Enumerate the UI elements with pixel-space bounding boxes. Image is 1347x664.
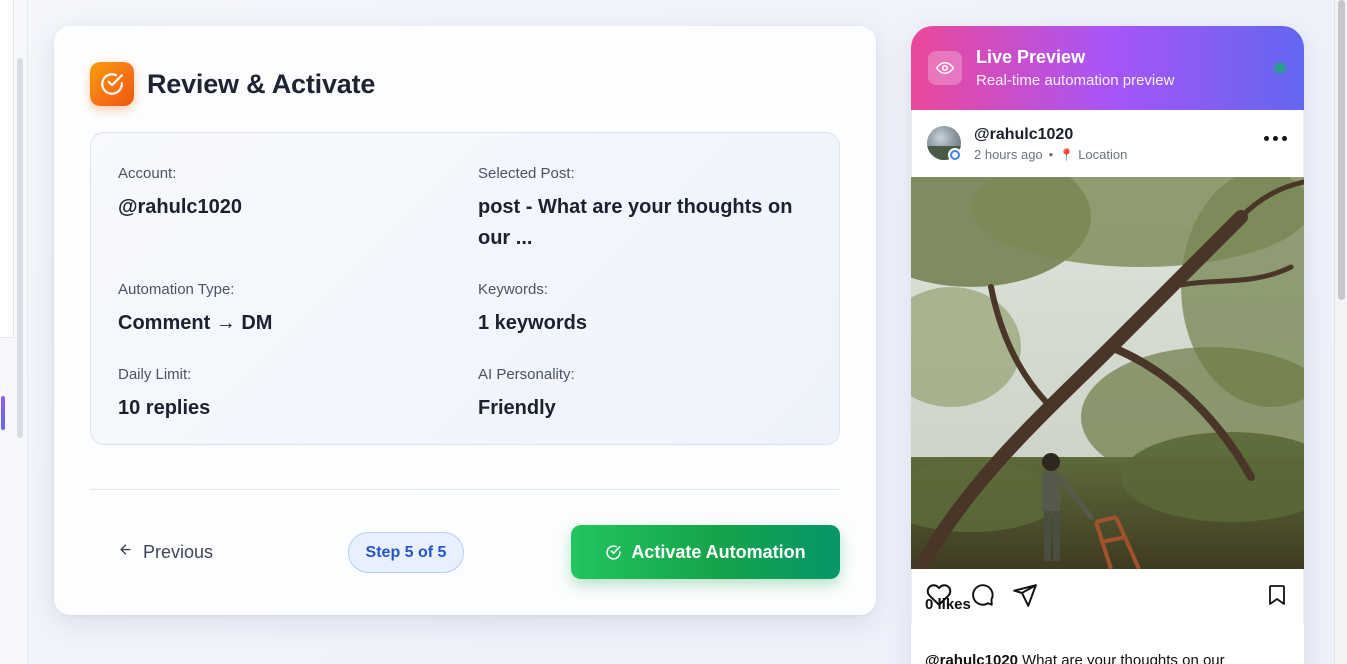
field-value: Comment → DM [118,312,273,334]
preview-title: Live Preview [976,46,1086,67]
send-icon[interactable] [1012,582,1038,613]
activate-label: Activate Automation [631,541,806,562]
preview-header: Live Preview Real-time automation previe… [911,26,1304,110]
sidebar-active-indicator [1,396,5,430]
field-label: Selected Post: [478,165,575,182]
post-header: @rahulc1020 2 hours ago • 📍 Location [911,110,1304,177]
activate-automation-button[interactable]: Activate Automation [571,525,840,579]
field-value: 1 keywords [478,312,587,334]
card-header: Review & Activate [90,62,375,106]
sidebar-panel [0,0,14,338]
field-label: Daily Limit: [118,366,192,383]
location-pin-icon: 📍 [1059,147,1075,162]
previous-label: Previous [143,541,214,562]
field-value: 10 replies [118,397,211,419]
field-value: Friendly [478,397,556,419]
summary-box: Account: @rahulc1020 Selected Post: post… [90,132,840,445]
field-label: Account: [118,165,177,182]
review-card: Review & Activate Account: @rahulc1020 S… [54,26,876,615]
divider [90,489,840,490]
app-sidebar [0,0,28,664]
caption-username[interactable]: @rahulc1020 [925,652,1018,664]
page-title: Review & Activate [147,68,376,99]
check-circle-icon [90,62,134,106]
post-location: Location [1078,147,1128,162]
previous-button[interactable]: Previous [118,538,213,566]
check-circle-icon [605,544,622,561]
post-username[interactable]: @rahulc1020 [974,126,1073,144]
field-label: AI Personality: [478,366,575,383]
step-indicator: Step 5 of 5 [348,532,464,573]
post-image [911,177,1304,569]
caption-text: What are your thoughts on our [1022,652,1225,664]
field-value: @rahulc1020 [118,196,243,218]
live-preview-card: Live Preview Real-time automation previe… [911,26,1304,664]
post-caption: @rahulc1020 What are your thoughts on our [925,652,1225,664]
page-scrollbar[interactable] [1334,0,1347,664]
live-status-dot [1274,62,1286,74]
post-time: 2 hours ago [974,147,1043,162]
separator-dot: • [1048,147,1054,162]
bookmark-icon[interactable] [1265,582,1289,613]
field-ai-personality: AI Personality: Friendly [478,366,808,424]
field-automation-type: Automation Type: Comment → DM [118,281,448,339]
story-badge-icon [948,148,962,162]
field-keywords: Keywords: 1 keywords [478,281,808,339]
sidebar-scrollbar[interactable] [17,58,23,438]
preview-subtitle: Real-time automation preview [976,71,1175,89]
field-selected-post: Selected Post: post - What are your thou… [478,165,813,254]
arrow-left-icon [118,542,133,562]
more-options-icon[interactable] [1264,136,1287,141]
field-label: Keywords: [478,281,549,298]
field-value: post - What are your thoughts on our ... [478,196,793,249]
field-label: Automation Type: [118,281,235,298]
field-account: Account: @rahulc1020 [118,165,448,223]
field-daily-limit: Daily Limit: 10 replies [118,366,448,424]
eye-icon [928,51,962,85]
post-meta: 2 hours ago • 📍 Location [974,147,1127,162]
likes-count: 0 likes [925,596,971,613]
comment-icon[interactable] [969,582,995,613]
scrollbar-thumb[interactable] [1338,0,1345,300]
